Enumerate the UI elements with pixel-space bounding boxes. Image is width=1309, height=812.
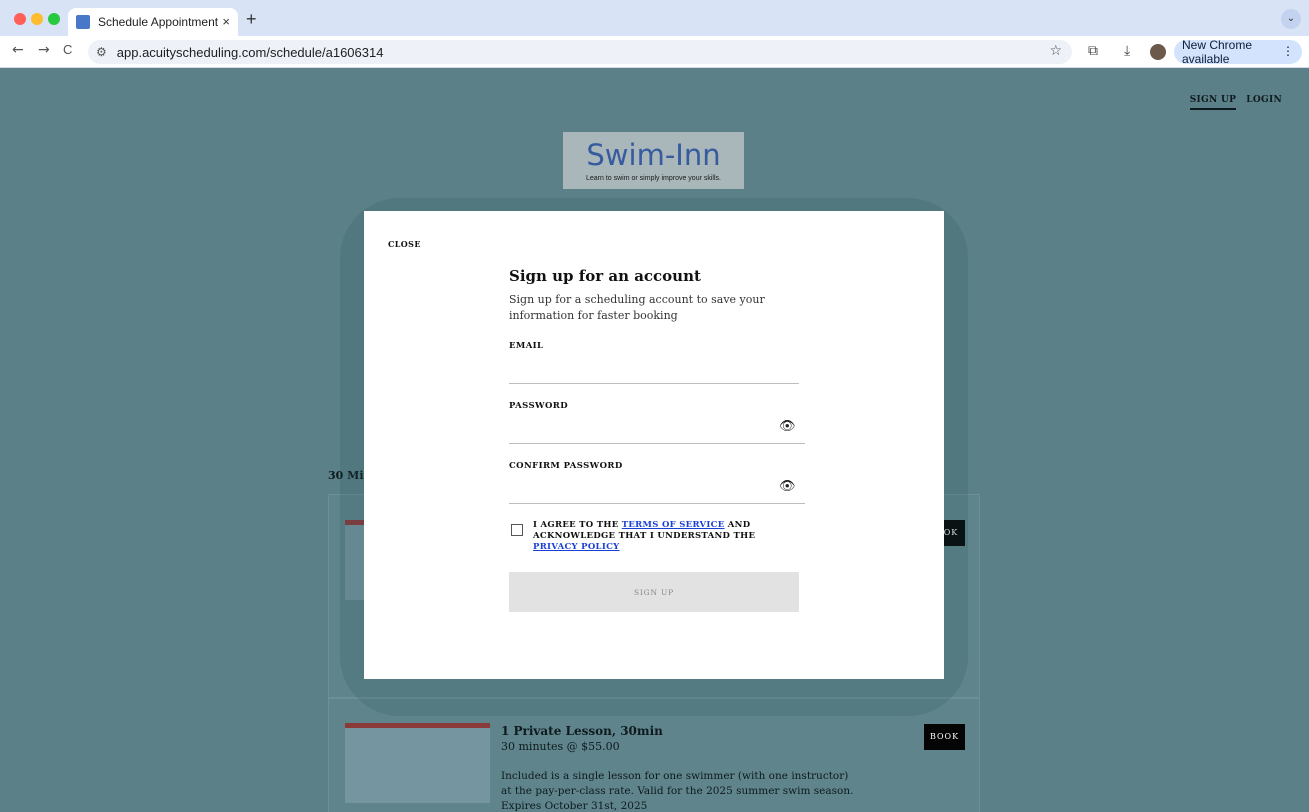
profile-avatar[interactable] [1150,44,1166,60]
reload-icon[interactable]: C [63,42,72,57]
close-window-dot[interactable] [14,13,26,25]
site-info-icon[interactable]: ⚙ [96,45,107,59]
menu-dots-icon[interactable]: ⋮ [1282,44,1294,58]
modal-title: Sign up for an account [509,267,701,285]
url-text: app.acuityscheduling.com/schedule/a16063… [116,44,384,60]
close-tab-icon[interactable]: × [222,14,230,29]
terms-of-service-link[interactable]: TERMS OF SERVICE [622,520,725,530]
close-button[interactable]: CLOSE [388,239,421,249]
book-button[interactable]: BOOK [924,724,965,750]
agree-checkbox[interactable] [511,524,523,536]
browser-tabstrip: Schedule Appointment with S × + ⌄ [0,0,1309,36]
email-input[interactable] [509,364,799,384]
address-bar[interactable]: ⚙ app.acuityscheduling.com/schedule/a160… [88,40,1072,64]
appointment-title: 1 Private Lesson, 30min [501,724,663,738]
appointment-description: Included is a single lesson for one swim… [501,770,854,812]
agree-text: I AGREE TO THE TERMS OF SERVICE AND ACKN… [533,520,803,553]
calendar-icon [76,15,90,29]
forward-arrow-icon[interactable]: → [38,42,50,58]
signup-submit-button[interactable]: SIGN UP [509,572,799,612]
tab-title: Schedule Appointment with S [98,15,220,29]
logo-title: Swim-Inn [586,138,721,172]
login-link[interactable]: LOGIN [1246,95,1282,110]
signup-modal: CLOSE Sign up for an account Sign up for… [364,211,944,679]
confirm-password-input[interactable] [509,484,805,504]
maximize-window-dot[interactable] [48,13,60,25]
appointment-price: 30 minutes @ $55.00 [501,740,620,753]
privacy-policy-link[interactable]: PRIVACY POLICY [533,542,620,552]
tab-search-icon[interactable]: ⌄ [1281,9,1301,29]
confirm-password-label: CONFIRM PASSWORD [509,461,623,471]
browser-tab[interactable]: Schedule Appointment with S × [68,8,238,36]
back-arrow-icon[interactable]: ← [12,42,24,58]
extensions-icon[interactable]: ⧉ [1088,43,1098,59]
password-input[interactable] [509,424,805,444]
new-tab-button[interactable]: + [246,9,257,30]
show-password-eye-icon[interactable]: 👁 [779,419,796,434]
swimmer-photo [345,723,490,803]
signup-link[interactable]: SIGN UP [1189,95,1237,110]
show-confirm-password-eye-icon[interactable]: 👁 [779,479,796,494]
download-icon[interactable]: ⤓ [1124,43,1130,59]
logo-tagline: Learn to swim or simply improve your ski… [586,175,721,182]
business-logo: Swim-Inn Learn to swim or simply improve… [563,132,744,189]
browser-toolbar: ← → C ⚙ app.acuityscheduling.com/schedul… [0,36,1309,68]
password-label: PASSWORD [509,401,569,411]
bookmark-star-icon[interactable]: ☆ [1049,43,1062,59]
minimize-window-dot[interactable] [31,13,43,25]
new-chrome-available-button[interactable]: New Chrome available ⋮ [1174,38,1302,66]
top-nav: SIGN UP LOGIN [1189,95,1282,110]
agree-prefix: I AGREE TO THE [533,520,622,530]
modal-subtitle: Sign up for a scheduling account to save… [509,293,765,322]
email-label: EMAIL [509,341,544,351]
